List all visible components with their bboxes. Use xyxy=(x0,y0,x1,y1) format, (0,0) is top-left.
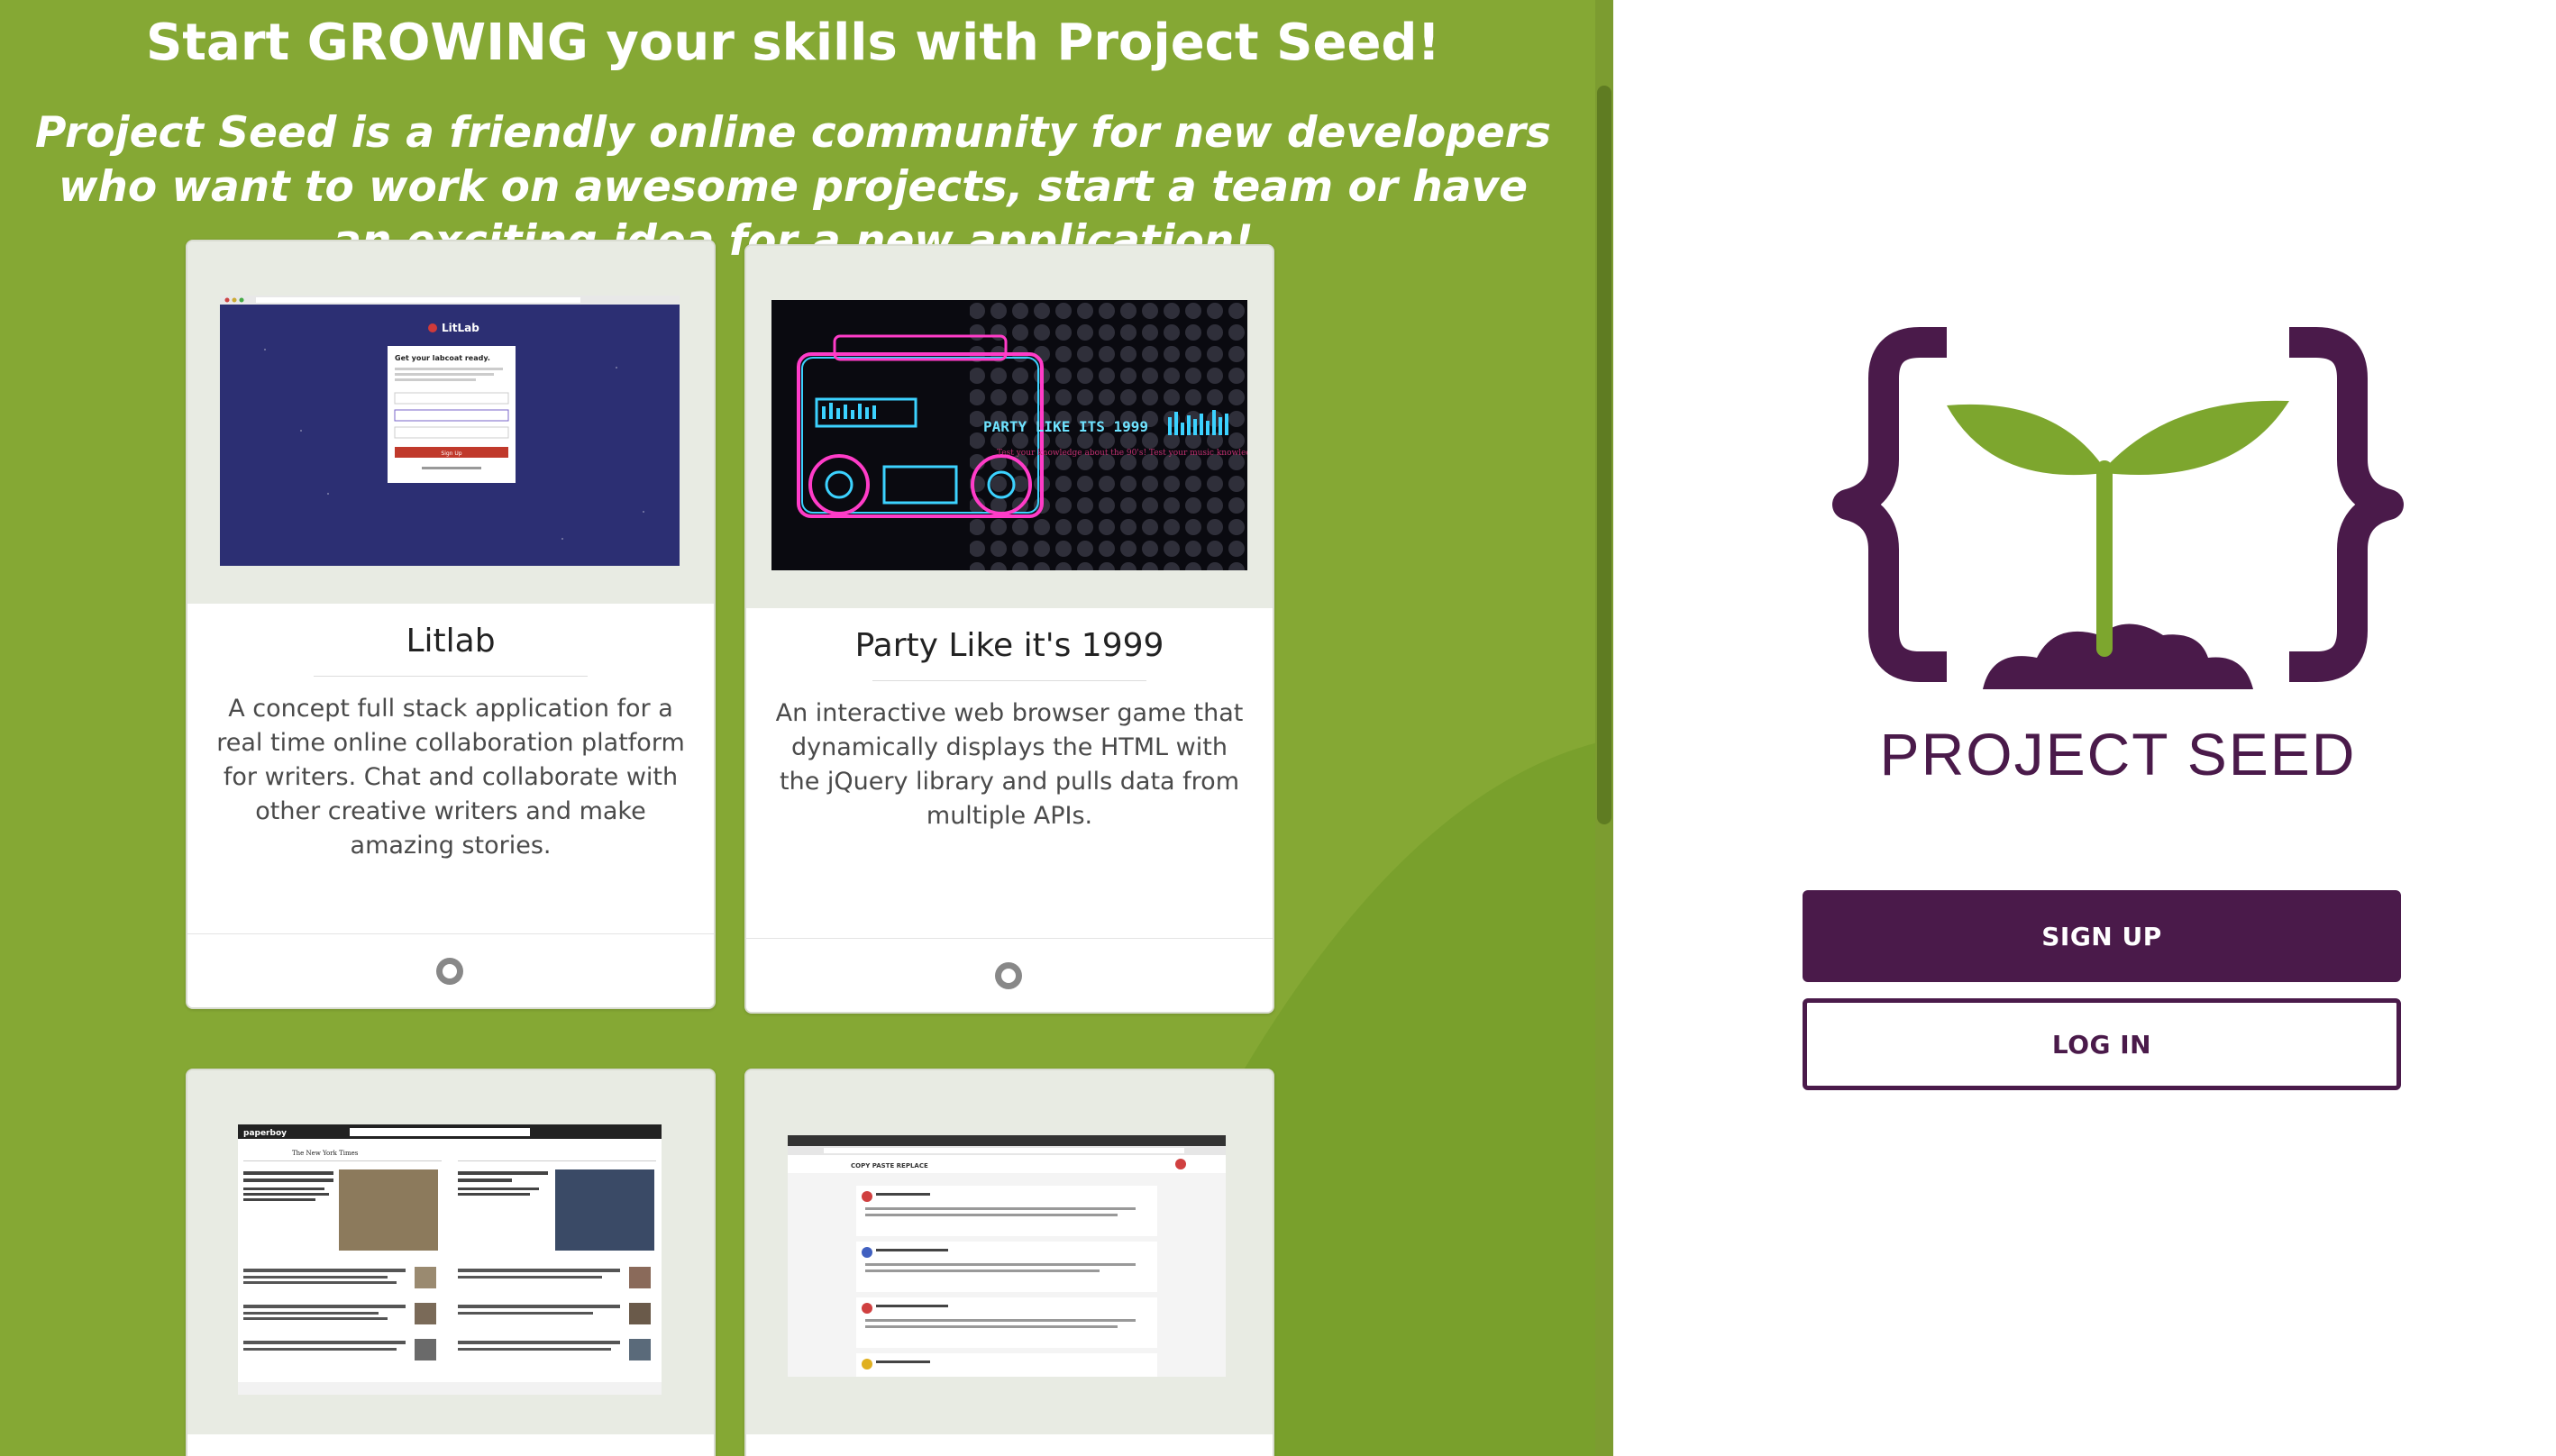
cpr-thumb-brand: COPY PASTE REPLACE xyxy=(851,1162,928,1169)
sign-up-button[interactable]: SIGN UP xyxy=(1803,890,2401,982)
party-1999-screenshot[interactable]: PARTY LIKE ITS 1999 Test your knowledge … xyxy=(771,300,1247,570)
party-thumb-tagline: Test your knowledge about the 90's! Test… xyxy=(997,449,1247,458)
paperboy-thumb-brand: paperboy xyxy=(243,1129,287,1138)
log-in-button[interactable]: LOG IN xyxy=(1803,998,2401,1090)
project-thumbnail-area: paperboy The New York Times xyxy=(187,1070,714,1434)
project-thumbnail-area: LitLab Get your labcoat ready. Sign Up xyxy=(187,241,714,604)
project-card-litlab[interactable]: LitLab Get your labcoat ready. Sign Up L… xyxy=(186,240,716,1009)
project-thumbnail-area: COPY PASTE REPLACE xyxy=(746,1070,1273,1434)
project-description: A concept full stack application for a r… xyxy=(216,695,685,860)
title-divider xyxy=(314,676,588,677)
project-card-party-1999[interactable]: PARTY LIKE ITS 1999 Test your knowledge … xyxy=(744,244,1274,1014)
paperboy-screenshot[interactable]: paperboy The New York Times xyxy=(238,1124,662,1395)
github-icon[interactable] xyxy=(436,958,463,985)
party-thumb-banner: PARTY LIKE ITS 1999 xyxy=(983,418,1148,435)
project-seed-logo: PROJECT SEED xyxy=(1832,327,2404,787)
project-card-footer xyxy=(746,938,1273,1012)
litlab-thumb-brand: LitLab xyxy=(442,322,479,334)
hero-headline: Start GROWING your skills with Project S… xyxy=(145,14,1441,72)
title-divider xyxy=(872,680,1146,681)
projects-panel: Start GROWING your skills with Project S… xyxy=(0,0,1613,1456)
project-card-footer xyxy=(187,933,714,1007)
litlab-thumb-button: Sign Up xyxy=(441,450,461,457)
scrollbar-thumb[interactable] xyxy=(1597,86,1611,824)
project-description: An interactive web browser game that dyn… xyxy=(775,699,1244,830)
project-title: Party Like it's 1999 xyxy=(854,627,1164,664)
litlab-thumb-heading: Get your labcoat ready. xyxy=(395,354,490,362)
logo-wordmark: PROJECT SEED xyxy=(1880,721,2357,787)
project-title: Litlab xyxy=(406,623,496,660)
paperboy-thumb-masthead: The New York Times xyxy=(292,1150,359,1157)
copy-paste-replace-screenshot[interactable]: COPY PASTE REPLACE xyxy=(788,1135,1226,1377)
litlab-screenshot[interactable]: LitLab Get your labcoat ready. Sign Up xyxy=(220,296,680,566)
project-thumbnail-area: PARTY LIKE ITS 1999 Test your knowledge … xyxy=(746,246,1273,608)
project-card-paperboy[interactable]: paperboy The New York Times xyxy=(186,1069,716,1456)
project-card-copy-paste-replace[interactable]: COPY PASTE REPLACE xyxy=(744,1069,1274,1456)
github-icon[interactable] xyxy=(995,962,1022,989)
